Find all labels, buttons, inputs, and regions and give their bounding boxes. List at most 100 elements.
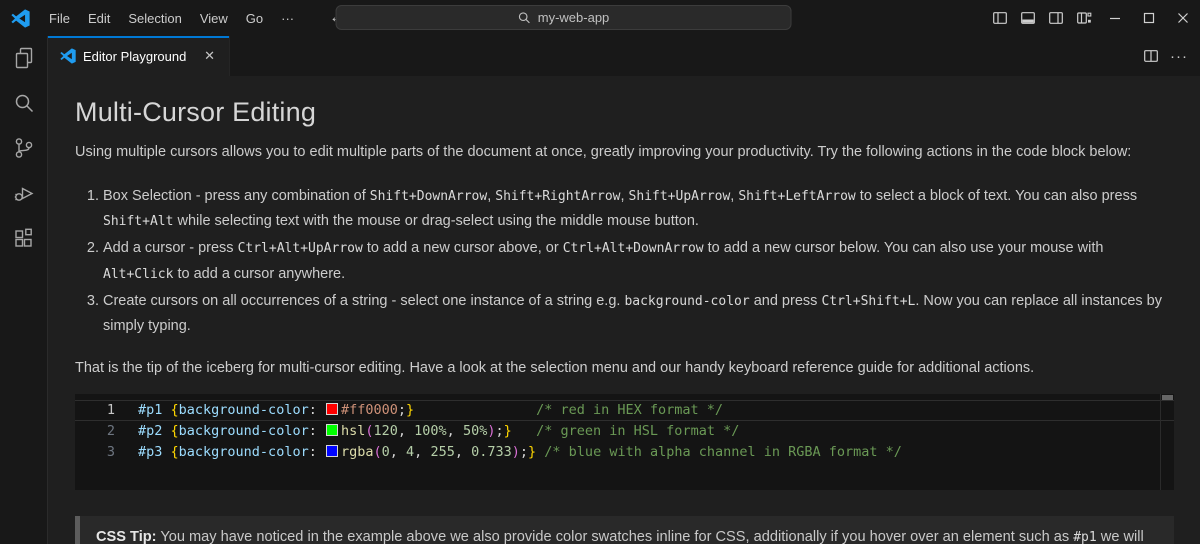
titlebar-controls [986,0,1200,36]
run-and-debug-icon[interactable] [8,181,40,205]
code-token: hsl [341,423,365,439]
vscode-logo-icon [11,9,30,28]
menu-more[interactable]: ··· [272,7,303,30]
code-token: 50% [463,423,487,439]
embedded-code-editor[interactable]: 1#p1 {background-color: #ff0000;} /* red… [75,394,1174,490]
split-editor-icon[interactable] [1138,36,1164,76]
code-token: } [406,402,414,418]
tip-label: CSS Tip: [96,529,157,544]
inline-code: Shift+DownArrow [370,189,487,204]
color-swatch[interactable] [326,445,338,457]
code-token: { [171,402,179,418]
outro-paragraph: That is the tip of the iceberg for multi… [75,357,1174,379]
code-token: , [414,444,430,460]
code-token: ( [365,423,373,439]
code-token: ; [520,444,528,460]
code-token: 255 [430,444,454,460]
code-token: ( [373,444,381,460]
code-token: /* red in HEX format */ [536,402,723,418]
search-icon [518,11,532,25]
maximize-button[interactable] [1132,0,1166,36]
code-token: #p3 [138,444,171,460]
intro-paragraph: Using multiple cursors allows you to edi… [75,141,1174,163]
editor-actions: ··· [1138,36,1200,76]
activity-bar [0,36,48,544]
tip-body: You may have noticed in the example abov… [96,529,1153,544]
toggle-primary-sidebar-icon[interactable] [986,0,1014,36]
close-window-button[interactable] [1166,0,1200,36]
inline-code: #p1 [1073,530,1096,544]
code-token [414,402,536,418]
line-number: 3 [75,442,115,463]
walkthrough-content: Multi-Cursor Editing Using multiple curs… [48,76,1200,544]
menu-view[interactable]: View [191,7,237,30]
inline-code: Alt+Click [103,267,173,282]
list-item: Create cursors on all occurrences of a s… [103,289,1174,338]
code-token: #ff0000 [341,402,398,418]
code-token: } [504,423,512,439]
customize-layout-icon[interactable] [1070,0,1098,36]
editor-scrollbar[interactable] [1160,394,1174,490]
list-item: Box Selection - press any combination of… [103,184,1174,234]
color-swatch[interactable] [326,403,338,415]
inline-code: Ctrl+Alt+UpArrow [238,241,363,256]
code-token: , [398,423,414,439]
code-token: 0 [382,444,390,460]
inline-code: Shift+UpArrow [629,189,731,204]
code-token: #p1 [138,402,171,418]
code-token: } [528,444,536,460]
inline-code: Ctrl+Alt+DownArrow [563,241,704,256]
code-token: background-color [179,423,309,439]
source-control-icon[interactable] [8,136,40,160]
list-item: Add a cursor - press Ctrl+Alt+UpArrow to… [103,236,1174,286]
search-sidebar-icon[interactable] [8,91,40,115]
vscode-window: FileEditSelectionViewGo··· ← → my-web-ap… [0,0,1200,544]
inline-code: Ctrl+Shift+L [821,294,915,309]
toggle-secondary-sidebar-icon[interactable] [1042,0,1070,36]
explorer-icon[interactable] [8,46,40,70]
minimize-button[interactable] [1098,0,1132,36]
tab-close-icon[interactable]: ✕ [200,46,219,66]
inline-code: background-color [624,294,749,309]
code-token [512,423,536,439]
titlebar: FileEditSelectionViewGo··· ← → my-web-ap… [0,0,1200,36]
line-number: 2 [75,421,115,442]
code-line[interactable]: 3 #p3 {background-color: rgba(0, 4, 255, … [75,442,1174,463]
code-token: : [309,402,325,418]
code-text: #p3 {background-color: rgba(0, 4, 255, 0… [138,442,902,463]
page-title: Multi-Cursor Editing [75,97,1174,128]
extensions-icon[interactable] [8,226,40,250]
tab-editor-playground[interactable]: Editor Playground ✕ [48,36,230,76]
tab-vscode-icon [60,48,76,64]
code-text: #p2 {background-color: hsl(120, 100%, 50… [138,421,739,442]
code-token: , [455,444,471,460]
css-tip-box: CSS Tip: You may have noticed in the exa… [75,516,1174,544]
toggle-panel-icon[interactable] [1014,0,1042,36]
code-token: background-color [179,402,309,418]
code-token: /* green in HSL format */ [536,423,739,439]
code-token: ; [398,402,406,418]
code-token: , [390,444,406,460]
code-token: , [447,423,463,439]
code-line[interactable]: 2 #p2 {background-color: hsl(120, 100%, 5… [75,421,1174,442]
more-actions-icon[interactable]: ··· [1170,48,1188,65]
code-line[interactable]: 1 #p1 {background-color: #ff0000;} /* red… [75,400,1174,421]
code-token: ) [512,444,520,460]
code-token: 100% [414,423,447,439]
menu-edit[interactable]: Edit [79,7,119,30]
code-token: { [171,423,179,439]
color-swatch[interactable] [326,424,338,436]
menu-selection[interactable]: Selection [119,7,190,30]
command-center-search[interactable]: my-web-app [336,5,792,30]
menu-file[interactable]: File [40,7,79,30]
line-number: 1 [75,400,115,421]
inline-code: Shift+Alt [103,214,173,229]
code-token: #p2 [138,423,171,439]
code-token: background-color [179,444,309,460]
code-token: : [309,444,325,460]
menu-go[interactable]: Go [237,7,272,30]
tab-label: Editor Playground [83,49,193,64]
scrollbar-thumb[interactable] [1162,395,1173,400]
actions-list: Box Selection - press any combination of… [75,184,1174,338]
code-token: 0.733 [471,444,512,460]
